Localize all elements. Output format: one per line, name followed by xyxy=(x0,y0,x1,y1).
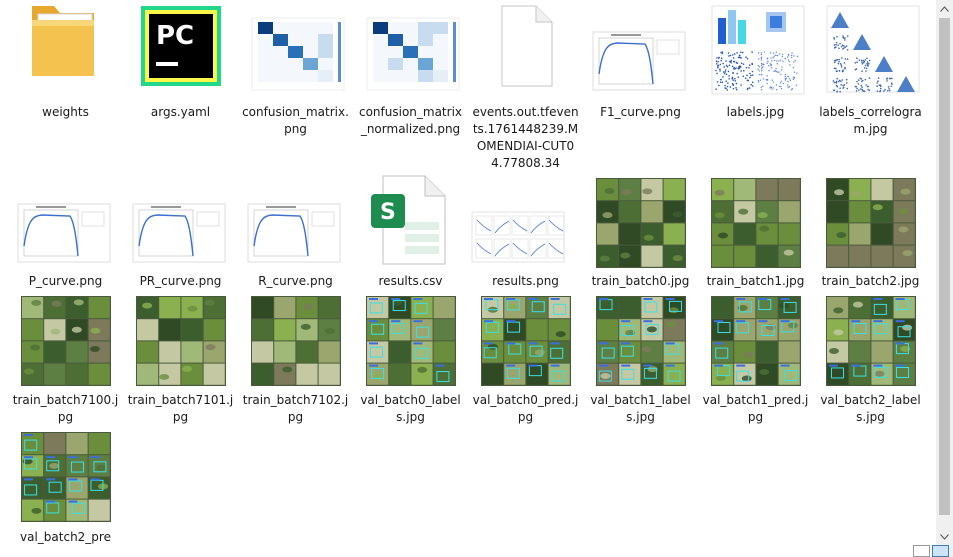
file-name-label: val_batch0_pred.jpg xyxy=(472,393,579,424)
file-name-label: val_batch0_labels.jpg xyxy=(360,393,461,424)
file-list-area: weights PC args.yaml confusion_matrix.png co… xyxy=(0,0,936,557)
image-thumbnail xyxy=(595,296,686,386)
file-name-label: val_batch1_labels.jpg xyxy=(590,393,691,424)
image-thumbnail xyxy=(250,296,341,386)
file-item-val-batch2-labels-jpg[interactable]: val_batch2_labels.jpg xyxy=(813,0,928,557)
image-thumbnail xyxy=(825,296,916,386)
image-thumbnail xyxy=(480,296,571,386)
scroll-down-arrow-icon[interactable] xyxy=(936,528,953,545)
scrollbar-thumb[interactable] xyxy=(939,18,950,515)
details-view-icon[interactable] xyxy=(913,545,930,557)
file-name-label: val_batch2_pre xyxy=(20,530,111,544)
file-item-val-batch2-pre[interactable]: val_batch2_pre xyxy=(8,0,123,557)
file-item-val-batch0-pred-jpg[interactable]: val_batch0_pred.jpg xyxy=(468,0,583,557)
file-name-label: train_batch7101.jpg xyxy=(127,393,234,424)
image-thumbnail xyxy=(20,432,111,522)
file-item-val-batch1-pred-jpg[interactable]: val_batch1_pred.jpg xyxy=(698,0,813,557)
file-name-label: val_batch2_labels.jpg xyxy=(820,393,921,424)
file-name-label: val_batch1_pred.jpg xyxy=(702,393,809,424)
vertical-scrollbar[interactable] xyxy=(936,0,953,557)
file-item-train-batch7101-jpg[interactable]: train_batch7101.jpg xyxy=(123,0,238,557)
image-thumbnail xyxy=(135,296,226,386)
view-toggle xyxy=(913,545,949,557)
file-item-val-batch1-labels-jpg[interactable]: val_batch1_labels.jpg xyxy=(583,0,698,557)
file-item-train-batch7102-jpg[interactable]: train_batch7102.jpg xyxy=(238,0,353,557)
file-item-val-batch0-labels-jpg[interactable]: val_batch0_labels.jpg xyxy=(353,0,468,557)
image-thumbnail xyxy=(710,296,801,386)
file-name-label: train_batch7102.jpg xyxy=(242,393,349,424)
scroll-up-arrow-icon[interactable] xyxy=(936,0,953,17)
image-thumbnail xyxy=(365,296,456,386)
large-icons-view-icon[interactable] xyxy=(932,545,949,557)
